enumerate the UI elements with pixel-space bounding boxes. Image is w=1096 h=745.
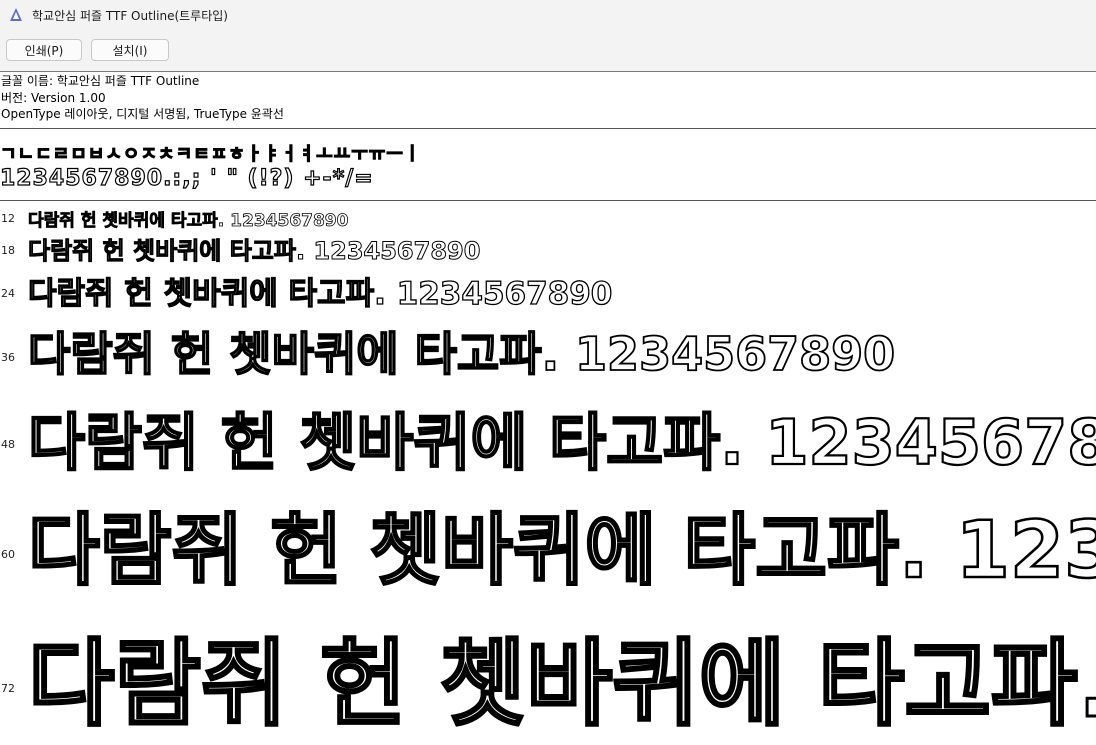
size-label-18: 18 [1, 244, 15, 257]
title-bar: 학교안심 퍼즐 TTF Outline(트루타입) [0, 0, 1096, 30]
separator-bottom [0, 200, 1096, 201]
size-label-12: 12 [1, 212, 15, 225]
font-viewer-app-icon [10, 8, 22, 21]
size-label-24: 24 [1, 287, 15, 300]
size-label-36: 36 [1, 351, 15, 364]
charset-symbols-line: 1234567890.:,; ' " (!?) +-*/= [0, 165, 374, 191]
size-label-48: 48 [1, 438, 15, 451]
font-name-line: 글꼴 이름: 학교안심 퍼즐 TTF Outline [1, 74, 200, 88]
separator-top [0, 128, 1096, 129]
preview-text-12: 다람쥐 헌 쳇바퀴에 타고파. 1234567890 [28, 211, 349, 232]
print-button[interactable]: 인쇄(P) [6, 39, 82, 61]
preview-text-60: 다람쥐 헌 쳇바퀴에 타고파. 1234567890 [27, 505, 1096, 598]
window-title: 학교안심 퍼즐 TTF Outline(트루타입) [32, 8, 228, 23]
font-version-line: 버전: Version 1.00 [1, 90, 106, 105]
preview-text-18: 다람쥐 헌 쳇바퀴에 타고파. 1234567890 [27, 237, 481, 266]
preview-text-48: 다람쥐 헌 쳇바퀴에 타고파. 1234567890 [27, 405, 1096, 480]
preview-text-36: 다람쥐 헌 쳇바퀴에 타고파. 1234567890 [27, 326, 896, 382]
preview-text-24: 다람쥐 헌 쳇바퀴에 타고파. 1234567890 [27, 275, 613, 312]
font-info: 글꼴 이름: 학교안심 퍼즐 TTF Outline 버전: Version 1… [1, 73, 284, 123]
size-label-60: 60 [1, 548, 15, 561]
preview-text-72: 다람쥐 헌 쳇바퀴에 타고파. 1234567890 [27, 629, 1096, 741]
font-type-line: OpenType 레이아웃, 디지털 서명됨, TrueType 윤곽선 [1, 107, 284, 121]
charset-jamo-line: ㄱㄴㄷㄹㅁㅂㅅㅇㅈㅊㅋㅌㅍㅎㅏㅑㅓㅕㅗㅛㅜㅠㅡㅣ [0, 144, 422, 166]
install-button[interactable]: 설치(I) [91, 39, 169, 61]
size-label-72: 72 [1, 682, 15, 695]
toolbar: 인쇄(P) 설치(I) [0, 30, 1096, 72]
